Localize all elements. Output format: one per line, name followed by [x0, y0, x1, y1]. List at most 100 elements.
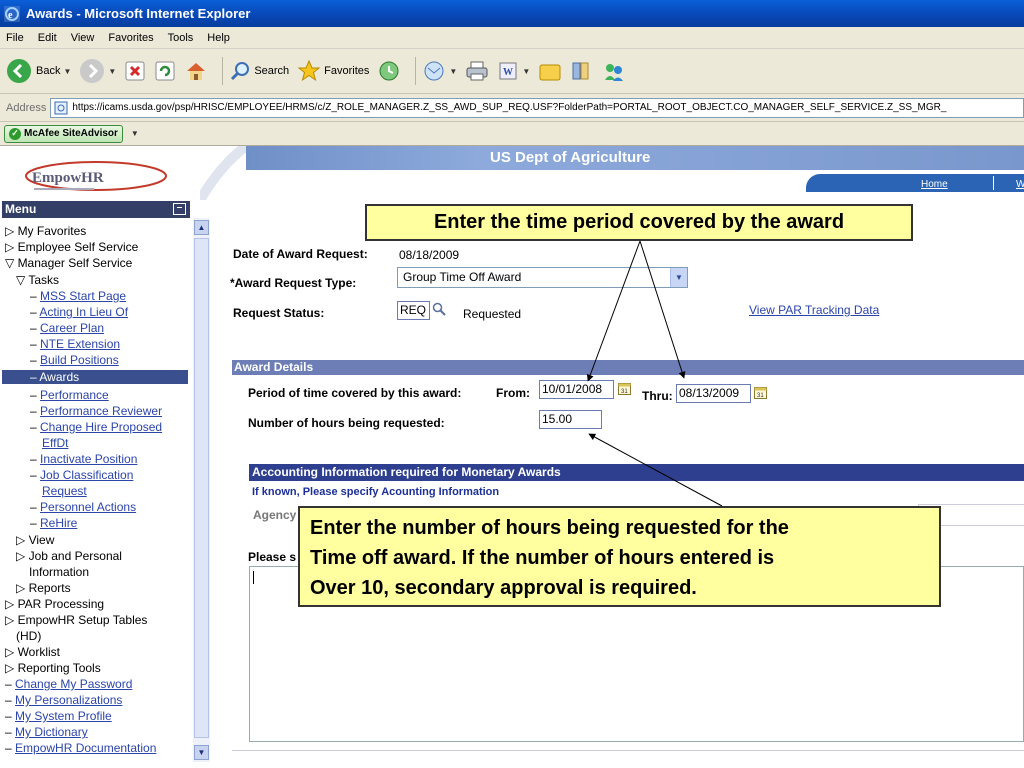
- calendar-icon[interactable]: 31: [754, 386, 767, 399]
- menu-item-nte-extension[interactable]: – NTE Extension: [30, 337, 120, 351]
- app-banner: EmpowHR US Dept of Agriculture Home W: [0, 146, 1024, 200]
- dropdown-arrow-icon[interactable]: ▼: [131, 129, 139, 138]
- menu-item-reports[interactable]: ▷ Reports: [16, 581, 71, 595]
- menu-item-acting-in-lieu-of[interactable]: – Acting In Lieu Of: [30, 305, 128, 319]
- window-title: Awards - Microsoft Internet Explorer: [26, 6, 251, 21]
- menu-item-inactivate-position[interactable]: – Inactivate Position: [30, 452, 137, 466]
- menu-item-my-system-profile[interactable]: – My System Profile: [5, 709, 112, 723]
- menu-scrollbar[interactable]: ▲ ▼: [193, 218, 210, 762]
- hours-input[interactable]: 15.00: [539, 410, 602, 429]
- form-bottom-divider: [232, 750, 1024, 751]
- refresh-button[interactable]: [154, 60, 176, 82]
- callout-hours: Enter the number of hours being requeste…: [298, 506, 941, 607]
- callout-time-period: Enter the time period covered by the awa…: [365, 204, 913, 241]
- menu-item-my-dictionary[interactable]: – My Dictionary: [5, 725, 88, 739]
- award-details-header: Award Details: [232, 360, 1024, 375]
- menu-item-worklist[interactable]: ▷ Worklist: [5, 645, 60, 659]
- menu-item-change-my-password[interactable]: – Change My Password: [5, 677, 132, 691]
- scroll-down-icon[interactable]: ▼: [194, 745, 209, 760]
- menu-item-tasks[interactable]: ▽ Tasks: [16, 273, 59, 287]
- print-button[interactable]: [465, 60, 489, 82]
- menu-item-my-personalizations[interactable]: – My Personalizations: [5, 693, 122, 707]
- period-label: Period of time covered by this award:: [248, 386, 462, 400]
- menu-item-empowhr-setup-tables[interactable]: ▷ EmpowHR Setup Tables: [5, 613, 147, 627]
- address-input[interactable]: https://icams.usda.gov/psp/HRISC/EMPLOYE…: [50, 97, 1024, 118]
- home-button[interactable]: [184, 59, 208, 83]
- menu-item-personnel-actions[interactable]: – Personnel Actions: [30, 500, 136, 514]
- menu-item-reporting-tools[interactable]: ▷ Reporting Tools: [5, 661, 101, 675]
- messenger-icon: [605, 64, 624, 81]
- view-par-tracking-link[interactable]: View PAR Tracking Data: [749, 303, 879, 317]
- mcafee-siteadvisor-button[interactable]: ✓ McAfee SiteAdvisor: [4, 124, 123, 143]
- menu-item-performance[interactable]: – Performance: [30, 388, 109, 402]
- menu-item-job-classification[interactable]: – Job Classification: [30, 468, 133, 482]
- refresh-icon: [155, 61, 175, 81]
- calendar-icon[interactable]: 31: [618, 382, 631, 395]
- research-button[interactable]: [570, 60, 594, 82]
- menu-help[interactable]: Help: [207, 32, 230, 44]
- menu-item-job-and-personal[interactable]: ▷ Job and Personal: [16, 549, 122, 563]
- from-date-input[interactable]: 10/01/2008: [539, 380, 614, 399]
- award-type-select[interactable]: Group Time Off Award ▼: [397, 267, 688, 288]
- accounting-header: Accounting Information required for Mone…: [249, 464, 1024, 481]
- menu-item-manager-self-service[interactable]: ▽ Manager Self Service: [5, 256, 132, 270]
- worklist-link[interactable]: W: [1016, 179, 1024, 190]
- svg-text:31: 31: [621, 389, 628, 395]
- chevron-down-icon[interactable]: ▼: [670, 268, 687, 287]
- dropdown-arrow-icon[interactable]: ▼: [449, 67, 457, 76]
- back-button[interactable]: Back ▼: [6, 58, 71, 84]
- menu-item-par-processing[interactable]: ▷ PAR Processing: [5, 597, 104, 611]
- forward-arrow-icon: [80, 59, 105, 83]
- menu-item-employee-self-service[interactable]: ▷ Employee Self Service: [5, 240, 138, 254]
- menu-item-performance-reviewer[interactable]: – Performance Reviewer: [30, 404, 162, 418]
- menu-item-rehire[interactable]: – ReHire: [30, 516, 77, 530]
- printer-icon: [466, 61, 488, 81]
- menu-edit[interactable]: Edit: [38, 32, 57, 44]
- dropdown-arrow-icon[interactable]: ▼: [522, 67, 530, 76]
- status-code-input[interactable]: REQ: [397, 301, 430, 320]
- menu-file[interactable]: File: [6, 32, 24, 44]
- search-button[interactable]: Search: [229, 60, 289, 82]
- scroll-up-icon[interactable]: ▲: [194, 220, 209, 235]
- edit-button[interactable]: W ▼: [497, 60, 530, 82]
- hours-label: Number of hours being requested:: [248, 416, 445, 430]
- menu-item-build-positions[interactable]: – Build Positions: [30, 353, 119, 367]
- menu-view[interactable]: View: [71, 32, 95, 44]
- menu-item-empowhr-documentation[interactable]: – EmpowHR Documentation: [5, 741, 156, 755]
- minimize-icon[interactable]: –: [173, 203, 186, 215]
- thru-date-input[interactable]: 08/13/2009: [676, 384, 751, 403]
- menu-item-job-classification-cont[interactable]: Request: [42, 484, 87, 498]
- mail-button[interactable]: ▼: [422, 60, 457, 82]
- stop-button[interactable]: [124, 60, 146, 82]
- award-request-form: Date of Award Request: 08/18/2009 *Award…: [212, 200, 1024, 768]
- svg-text:W: W: [503, 67, 513, 78]
- menu-item-my-favorites[interactable]: ▷ My Favorites: [5, 224, 86, 238]
- menu-item-change-hire-proposed[interactable]: – Change Hire Proposed: [30, 420, 162, 434]
- messenger-button[interactable]: [602, 60, 626, 82]
- menu-item-empowhr-setup-tables-cont[interactable]: (HD): [16, 629, 41, 643]
- menu-item-job-and-personal-cont[interactable]: Information: [29, 565, 89, 579]
- addon-toolbar: ✓ McAfee SiteAdvisor ▼: [0, 122, 1024, 146]
- menu-tools[interactable]: Tools: [168, 32, 194, 44]
- star-icon: [297, 59, 321, 82]
- address-bar: Address https://icams.usda.gov/psp/HRISC…: [0, 94, 1024, 122]
- scroll-thumb[interactable]: [194, 238, 209, 738]
- menu-item-view[interactable]: ▷ View: [16, 533, 54, 547]
- menu-item-awards[interactable]: – Awards: [2, 370, 188, 384]
- history-button[interactable]: [377, 59, 401, 83]
- date-label: Date of Award Request:: [233, 247, 368, 261]
- dropdown-arrow-icon[interactable]: ▼: [63, 67, 71, 76]
- menu-favorites[interactable]: Favorites: [108, 32, 153, 44]
- menu-item-career-plan[interactable]: – Career Plan: [30, 321, 104, 335]
- folder-button[interactable]: [538, 60, 562, 82]
- left-menu-panel: ▷ My Favorites ▷ Employee Self Service ▽…: [2, 218, 210, 762]
- thru-label: Thru:: [642, 389, 673, 403]
- menu-item-mss-start-page[interactable]: – MSS Start Page: [30, 289, 126, 303]
- favorites-button[interactable]: Favorites: [297, 59, 369, 83]
- dropdown-arrow-icon[interactable]: ▼: [108, 67, 116, 76]
- forward-button[interactable]: ▼: [79, 58, 116, 84]
- menu-item-change-hire-proposed-cont[interactable]: EffDt: [42, 436, 68, 450]
- home-link[interactable]: Home: [921, 179, 948, 190]
- lookup-icon[interactable]: [432, 302, 446, 316]
- status-label: Request Status:: [233, 306, 325, 320]
